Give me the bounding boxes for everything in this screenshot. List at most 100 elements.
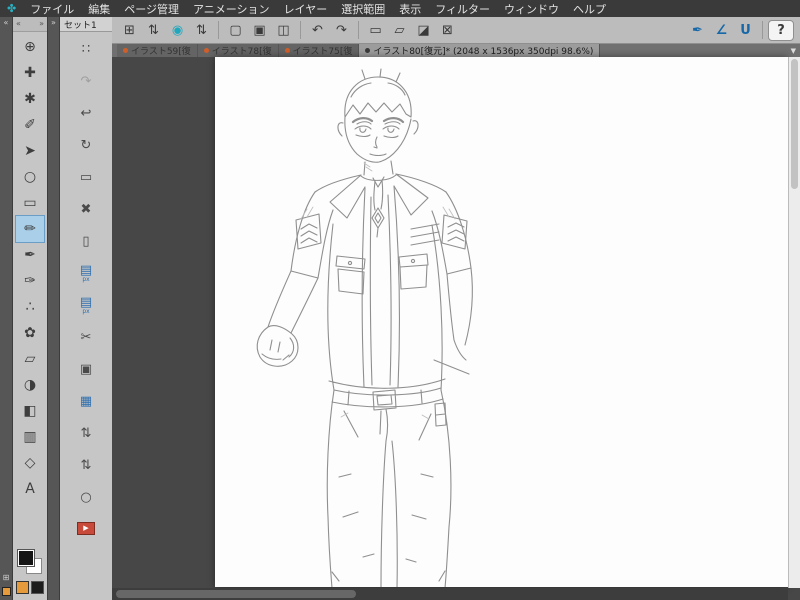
gradient-icon: ▥ bbox=[23, 429, 37, 445]
palette-collapse-left-icon[interactable]: « bbox=[16, 17, 21, 31]
tab-label: イラスト78[復 bbox=[211, 47, 272, 57]
accent-color-chip[interactable] bbox=[16, 581, 29, 594]
deselect-button[interactable]: ▱ bbox=[388, 20, 411, 41]
subtool-stepper-2[interactable]: ⇅ bbox=[71, 450, 101, 482]
tab-illust-59[interactable]: イラスト59[復 bbox=[117, 44, 198, 57]
tool-figure[interactable]: ◇ bbox=[16, 450, 44, 476]
menu-edit[interactable]: 編集 bbox=[81, 1, 117, 17]
new-page-icon: ▢ bbox=[229, 22, 242, 38]
clipboard-icon: ▣ bbox=[79, 362, 93, 377]
vertical-scrollbar-thumb[interactable] bbox=[791, 59, 798, 189]
subtool-layers[interactable]: ▦ bbox=[71, 386, 101, 418]
tool-pen[interactable]: ✒ bbox=[16, 242, 44, 268]
tool-decoration[interactable]: ✿ bbox=[16, 320, 44, 346]
tool-gradient[interactable]: ▥ bbox=[16, 424, 44, 450]
dark-color-chip[interactable] bbox=[31, 581, 44, 594]
snap-ruler-button[interactable]: ∠ bbox=[710, 20, 733, 41]
menu-animation[interactable]: アニメーション bbox=[186, 1, 277, 17]
tool-fill[interactable]: ◧ bbox=[16, 398, 44, 424]
undo-icon: ↩ bbox=[80, 106, 92, 121]
subtool-close[interactable]: ✖ bbox=[71, 194, 101, 226]
tool-airbrush[interactable]: ∴ bbox=[16, 294, 44, 320]
horizontal-scrollbar-thumb[interactable] bbox=[116, 590, 356, 598]
edge-color-chip[interactable] bbox=[1, 587, 11, 596]
tool-brush[interactable]: ✑ bbox=[16, 268, 44, 294]
app-logo-icon[interactable]: ✤ bbox=[4, 2, 23, 15]
subtool-paper[interactable]: ▯ bbox=[71, 226, 101, 258]
snap-pen-button[interactable]: ✒ bbox=[686, 20, 709, 41]
menu-help[interactable]: ヘルプ bbox=[566, 1, 613, 17]
paper-icon: ▯ bbox=[82, 234, 90, 249]
tool-selection[interactable]: ▭ bbox=[16, 190, 44, 216]
menu-view[interactable]: 表示 bbox=[392, 1, 428, 17]
zoom-icon: ⊕ bbox=[24, 39, 36, 55]
subtool-png-file-2[interactable]: ▤ px bbox=[71, 290, 101, 322]
tool-eraser[interactable]: ▱ bbox=[16, 346, 44, 372]
subtool-undo[interactable]: ↩ bbox=[71, 98, 101, 130]
brush-icon: ✑ bbox=[24, 273, 36, 289]
tool-zoom[interactable]: ⊕ bbox=[16, 34, 44, 60]
undo-button[interactable]: ↶ bbox=[306, 20, 329, 41]
edge-grid-icon[interactable]: ⊞ bbox=[3, 572, 10, 584]
tool-operation[interactable]: ➤ bbox=[16, 138, 44, 164]
vertical-scrollbar[interactable] bbox=[788, 57, 800, 588]
subtool-png-file-1[interactable]: ▤ px bbox=[71, 258, 101, 290]
save-button[interactable]: ◫ bbox=[272, 20, 295, 41]
subtool-redo[interactable]: ↷ bbox=[71, 66, 101, 98]
color-chips-secondary bbox=[13, 581, 47, 594]
tab-overflow-button[interactable]: ▼ bbox=[789, 44, 798, 57]
help-icon: ? bbox=[777, 22, 785, 38]
transform-button[interactable]: ⊠ bbox=[436, 20, 459, 41]
menu-filter[interactable]: フィルター bbox=[428, 1, 497, 17]
main-color-chip[interactable] bbox=[18, 550, 34, 566]
mini-collapse-icon[interactable]: » bbox=[48, 17, 59, 29]
subtool-spray[interactable]: ∷ bbox=[71, 34, 101, 66]
menu-page-management[interactable]: ページ管理 bbox=[117, 1, 186, 17]
tool-move[interactable]: ✚ bbox=[16, 60, 44, 86]
tool-hand[interactable]: ✱ bbox=[16, 86, 44, 112]
horizontal-scrollbar[interactable] bbox=[112, 588, 788, 600]
subtool-circle[interactable]: ○ bbox=[71, 482, 101, 514]
new-page-button[interactable]: ▢ bbox=[224, 20, 247, 41]
menu-layer[interactable]: レイヤー bbox=[277, 1, 335, 17]
menu-file[interactable]: ファイル bbox=[23, 1, 81, 17]
dock-collapse-icon[interactable]: « bbox=[0, 17, 12, 29]
erase-button[interactable]: ◪ bbox=[412, 20, 435, 41]
tool-text[interactable]: A bbox=[16, 476, 44, 502]
subtool-clipboard[interactable]: ▣ bbox=[71, 354, 101, 386]
subtool-scissors[interactable]: ✂ bbox=[71, 322, 101, 354]
drawing-canvas[interactable] bbox=[215, 57, 788, 587]
tool-eyedropper[interactable]: ✐ bbox=[16, 112, 44, 138]
subtool-rotate[interactable]: ↻ bbox=[71, 130, 101, 162]
toolbar-separator bbox=[218, 21, 219, 39]
menu-selection[interactable]: 選択範囲 bbox=[334, 1, 392, 17]
subtool-record[interactable]: ▶ bbox=[77, 522, 95, 535]
tool-lasso[interactable]: ○ bbox=[16, 164, 44, 190]
save-icon: ◫ bbox=[277, 22, 290, 38]
subtool-frame[interactable]: ▭ bbox=[71, 162, 101, 194]
subtool-set-tab[interactable]: セット1 bbox=[60, 17, 112, 32]
clip-spiral-button[interactable]: ◉ bbox=[166, 20, 189, 41]
select-area-button[interactable]: ▭ bbox=[364, 20, 387, 41]
snap-ruler-icon: ∠ bbox=[715, 22, 728, 38]
menu-window[interactable]: ウィンドウ bbox=[497, 1, 566, 17]
tab-label: イラスト59[復 bbox=[131, 47, 191, 57]
tool-blend[interactable]: ◑ bbox=[16, 372, 44, 398]
tab-illust-80-active[interactable]: イラスト80[復元]* (2048 x 1536px 350dpi 98.6%) bbox=[359, 44, 601, 57]
grid-view-button[interactable]: ⊞ bbox=[118, 20, 141, 41]
tab-illust-78[interactable]: イラスト78[復 bbox=[197, 44, 279, 57]
stepper-a-button[interactable]: ⇅ bbox=[142, 20, 165, 41]
palette-collapse-right-icon[interactable]: » bbox=[39, 17, 44, 31]
text-icon: A bbox=[25, 481, 35, 497]
tab-illust-75[interactable]: イラスト75[復 bbox=[278, 44, 360, 57]
redo-button[interactable]: ↷ bbox=[330, 20, 353, 41]
subtool-stepper-1[interactable]: ⇅ bbox=[71, 418, 101, 450]
stepper-b-button[interactable]: ⇅ bbox=[190, 20, 213, 41]
tool-pencil[interactable]: ✏ bbox=[15, 215, 45, 243]
deselect-icon: ▱ bbox=[394, 22, 405, 38]
figure-icon: ◇ bbox=[24, 455, 36, 471]
help-button[interactable]: ? bbox=[768, 19, 794, 41]
open-page-button[interactable]: ▣ bbox=[248, 20, 271, 41]
record-icon: ▶ bbox=[83, 524, 89, 532]
snap-special-button[interactable]: U bbox=[734, 20, 757, 41]
